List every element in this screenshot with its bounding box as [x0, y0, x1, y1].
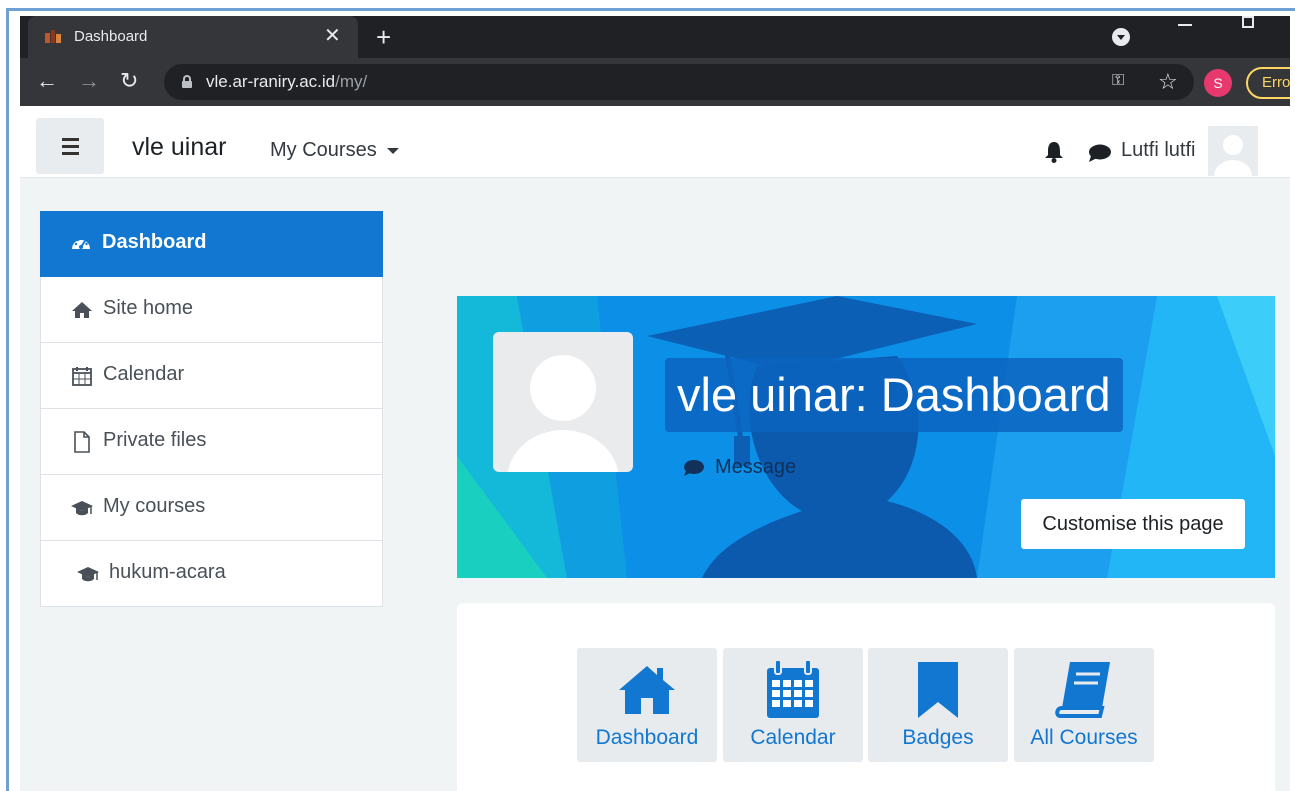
page-header-banner: vle uinar: Dashboard Message Customise t…	[457, 296, 1275, 578]
quick-link-label: Dashboard	[595, 726, 699, 749]
browser-error-chip[interactable]: Error	[1246, 67, 1290, 99]
sidebar-item-site-home[interactable]: Site home	[40, 277, 383, 343]
back-arrow-icon[interactable]: ←	[36, 66, 58, 96]
user-avatar[interactable]	[1208, 126, 1258, 176]
reload-icon[interactable]: ↻	[120, 66, 138, 96]
browser-profile-avatar[interactable]: S	[1204, 69, 1232, 97]
url-text[interactable]: vle.ar-raniry.ac.id/my/	[206, 72, 367, 92]
messages-chat-icon[interactable]	[1088, 144, 1112, 162]
site-favicon-icon	[45, 30, 61, 43]
sidebar-item-label: Dashboard	[102, 231, 207, 253]
bookmark-icon	[918, 662, 958, 718]
sidebar-item-label: Calendar	[103, 363, 185, 385]
home-icon	[72, 302, 92, 318]
sidebar-item-hukum-acara[interactable]: hukum-acara	[40, 541, 383, 607]
browser-toolbar: ← → ↻ vle.ar-raniry.ac.id/my/ ⚿ ☆ S Erro…	[20, 58, 1290, 106]
browser-tab[interactable]: Dashboard ✕	[28, 16, 358, 58]
site-name-link[interactable]: vle uinar	[132, 133, 227, 162]
nav-drawer: Dashboard Site home Calendar Private fil…	[40, 211, 383, 607]
notification-bell-icon[interactable]	[1044, 141, 1064, 163]
site-navbar: vle uinar My Courses Lutfi lutfi	[20, 106, 1290, 178]
graduation-cap-icon	[77, 567, 99, 582]
minimize-window-icon[interactable]	[1178, 24, 1192, 26]
browser-window: Dashboard ✕ + ← → ↻ vle.ar-raniry.ac.id/…	[20, 16, 1290, 791]
dashboard-icon	[72, 237, 90, 249]
my-courses-dropdown[interactable]: My Courses	[270, 139, 399, 162]
file-icon	[74, 431, 90, 453]
quick-link-label: Calendar	[750, 726, 836, 749]
customise-page-button[interactable]: Customise this page	[1021, 499, 1245, 549]
home-icon	[619, 666, 675, 714]
quick-link-label: Badges	[902, 726, 974, 749]
quick-link-all-courses[interactable]: All Courses	[1014, 648, 1154, 762]
maximize-window-icon[interactable]	[1242, 16, 1254, 28]
sidebar-item-label: hukum-acara	[109, 561, 226, 583]
forward-arrow-icon[interactable]: →	[78, 66, 100, 96]
sidebar-item-calendar[interactable]: Calendar	[40, 343, 383, 409]
sidebar-item-label: My courses	[103, 495, 206, 517]
graduation-cap-icon	[71, 501, 93, 516]
quick-link-calendar[interactable]: Calendar	[723, 648, 863, 762]
lock-icon[interactable]	[182, 75, 192, 88]
tab-close-icon[interactable]: ✕	[324, 24, 341, 48]
password-key-icon[interactable]: ⚿	[1112, 72, 1124, 90]
message-link[interactable]: Message	[683, 456, 796, 479]
chat-icon	[684, 459, 704, 476]
new-tab-button[interactable]: +	[376, 22, 391, 52]
book-icon	[1055, 662, 1110, 718]
quick-link-label: All Courses	[1030, 726, 1138, 749]
calendar-icon	[767, 659, 819, 718]
sidebar-item-private-files[interactable]: Private files	[40, 409, 383, 475]
page-title: vle uinar: Dashboard	[665, 358, 1123, 432]
sidebar-item-label: Site home	[103, 297, 194, 319]
tab-strip: Dashboard ✕ +	[20, 16, 1290, 58]
caret-down-icon	[386, 147, 399, 154]
quick-links-block: Dashboard Calendar Badges All Courses	[457, 603, 1275, 791]
address-bar[interactable]: vle.ar-raniry.ac.id/my/ ⚿ ☆	[164, 64, 1194, 100]
sidebar-item-dashboard[interactable]: Dashboard	[40, 211, 383, 277]
message-label: Message	[715, 456, 797, 478]
sidebar-item-label: Private files	[103, 429, 207, 451]
tab-title: Dashboard	[74, 28, 148, 45]
tab-search-icon[interactable]	[1112, 28, 1130, 46]
calendar-icon	[72, 367, 92, 386]
screenshot-frame: Dashboard ✕ + ← → ↻ vle.ar-raniry.ac.id/…	[6, 8, 1295, 791]
sidebar-item-my-courses[interactable]: My courses	[40, 475, 383, 541]
my-courses-label: My Courses	[270, 139, 377, 161]
quick-link-dashboard[interactable]: Dashboard	[577, 648, 717, 762]
nav-drawer-toggle-button[interactable]	[36, 118, 104, 174]
quick-link-badges[interactable]: Badges	[868, 648, 1008, 762]
bookmark-star-icon[interactable]: ☆	[1158, 69, 1178, 95]
user-name[interactable]: Lutfi lutfi	[1121, 139, 1195, 162]
user-profile-picture	[493, 332, 633, 472]
